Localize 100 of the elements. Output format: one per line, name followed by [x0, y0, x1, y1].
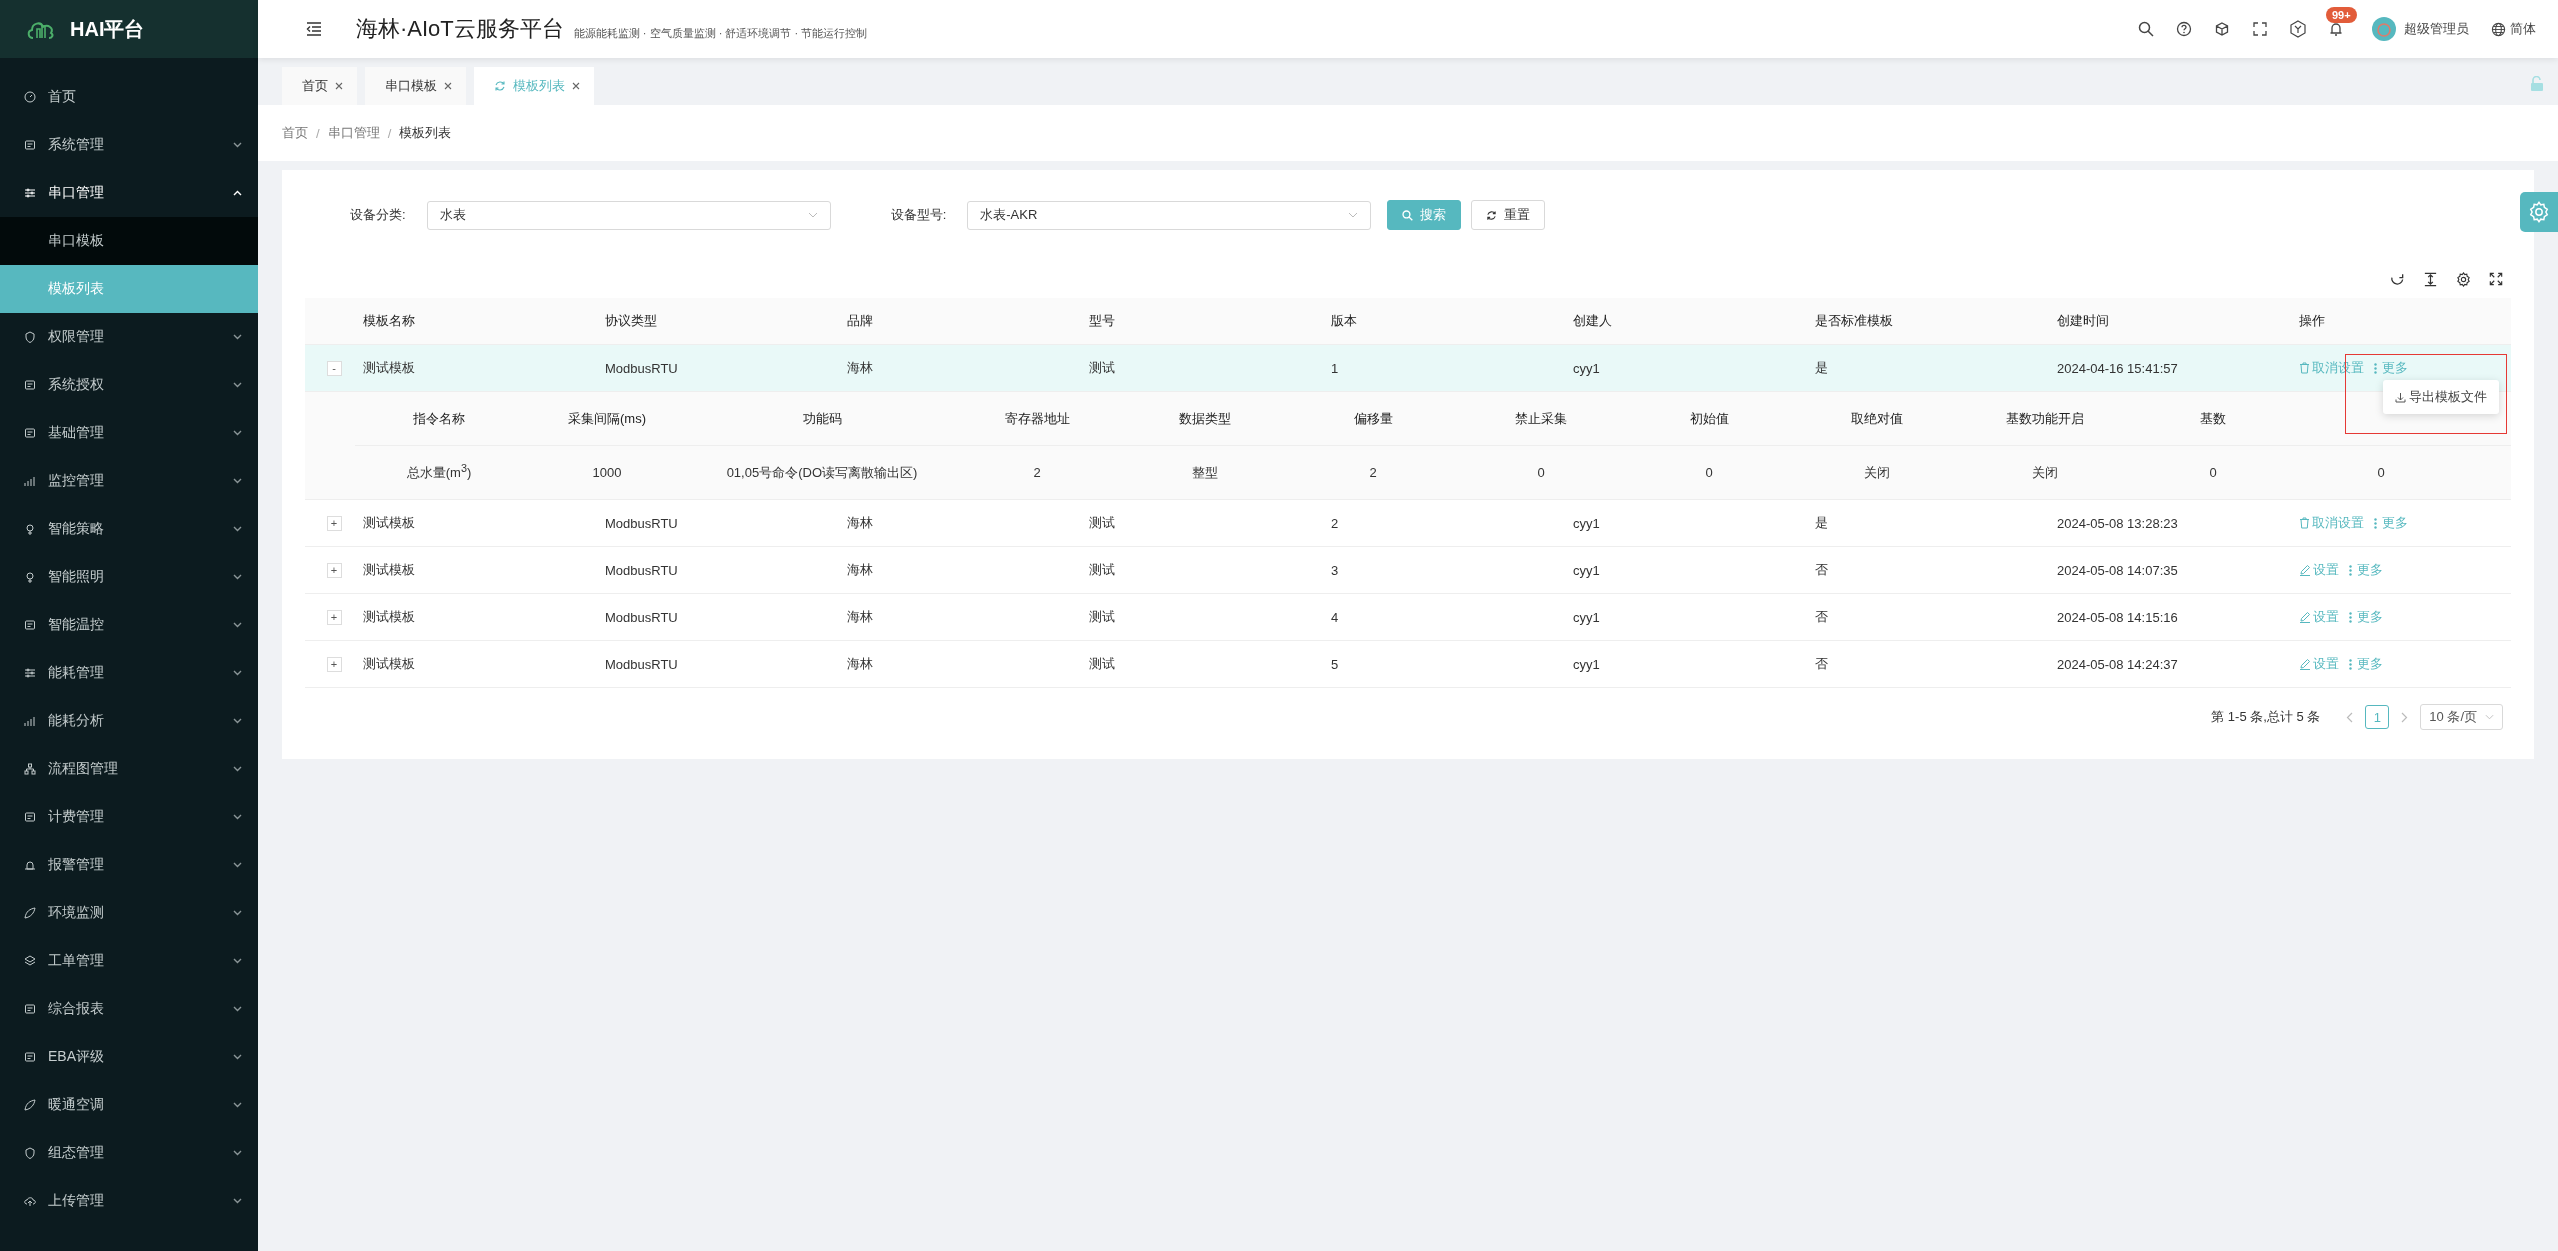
trash-icon	[2299, 517, 2310, 529]
search-icon[interactable]	[2138, 21, 2154, 37]
table-cell-text: 海林	[847, 655, 874, 673]
chevron-down-icon	[233, 622, 242, 628]
menu-item[interactable]: 首页	[0, 73, 258, 121]
card-icon	[24, 427, 36, 439]
settings-icon[interactable]	[2456, 271, 2471, 287]
menu-item[interactable]: 权限管理	[0, 313, 258, 361]
table-cell-text: 2	[1032, 465, 1042, 480]
expand-button[interactable]: +	[326, 515, 342, 531]
chevron-down-icon	[233, 718, 242, 724]
menu-item[interactable]: 能耗分析	[0, 697, 258, 745]
column-header: 模板名称	[363, 312, 416, 330]
column-height-icon[interactable]	[2423, 271, 2438, 287]
pencil-icon	[2299, 564, 2311, 576]
table-cell-text: 1	[1331, 360, 1340, 376]
vertical-dots-icon	[2349, 658, 2352, 670]
chevron-down-icon	[233, 862, 242, 868]
help-icon[interactable]	[2176, 21, 2192, 37]
vertical-dots-icon	[2349, 564, 2352, 576]
cube-icon[interactable]	[2214, 21, 2230, 37]
vertical-dots-icon	[2374, 517, 2377, 529]
column-header: 型号	[1089, 312, 1116, 330]
table-cell-text: 测试模板	[363, 514, 416, 532]
menu-item[interactable]: 智能温控	[0, 601, 258, 649]
page-size-select[interactable]: 10 条/页	[2420, 704, 2503, 730]
close-icon[interactable]	[572, 82, 580, 90]
menu-item[interactable]: 基础管理	[0, 409, 258, 457]
page-tab[interactable]: 串口模板	[365, 67, 466, 105]
fullscreen-icon[interactable]	[2489, 272, 2503, 286]
select-field[interactable]: 水表-AKR	[967, 200, 1372, 230]
table-cell-text: 测试	[1089, 608, 1116, 626]
column-header: 采集间隔(ms)	[567, 409, 647, 428]
bell-icon	[24, 859, 36, 871]
menu-item[interactable]: 报警管理	[0, 841, 258, 889]
menu-icon[interactable]	[306, 22, 322, 36]
table-cell-text: 2024-05-08 14:24:37	[2057, 656, 2179, 672]
table-cell-text: ModbusRTU	[605, 360, 679, 376]
pagination-summary: 第 1-5 条,总计 5 条	[2211, 708, 2321, 726]
vertical-dots-icon	[2349, 611, 2352, 623]
menu-item[interactable]: 工单管理	[0, 937, 258, 985]
expand-button[interactable]: -	[326, 360, 342, 376]
sliders-icon	[24, 187, 36, 199]
language-label[interactable]: 简体	[2510, 20, 2536, 38]
select-field[interactable]: 水表	[426, 200, 831, 230]
menu-item[interactable]: 系统管理	[0, 121, 258, 169]
filter-label: 设备型号:	[890, 206, 947, 224]
chart-icon	[24, 715, 36, 727]
breadcrumb-item[interactable]: 首页	[282, 124, 308, 142]
column-header: 创建时间	[2057, 312, 2110, 330]
chevron-down-icon	[233, 1006, 242, 1012]
hexagon-icon[interactable]	[2290, 20, 2306, 38]
column-header: 版本	[1331, 312, 1358, 330]
platform-subtitle: 能源能耗监测 · 空气质量监测 · 舒适环境调节 · 节能运行控制	[573, 25, 868, 41]
table-cell-text: 2024-04-16 15:41:57	[2057, 360, 2179, 376]
table-cell-text: ModbusRTU	[605, 656, 679, 672]
column-header: 功能码	[801, 409, 843, 428]
menu-item[interactable]: 监控管理	[0, 457, 258, 505]
menu-item[interactable]: EBA评级	[0, 1033, 258, 1081]
table-cell-text: ModbusRTU	[605, 515, 679, 531]
menu-item[interactable]: 暖通空调	[0, 1081, 258, 1129]
doc-icon	[24, 379, 36, 391]
breadcrumb-item[interactable]: 串口管理	[327, 124, 380, 142]
menu-item[interactable]: 串口管理	[0, 169, 258, 217]
menu-item[interactable]: 组态管理	[0, 1129, 258, 1177]
expand-button[interactable]: +	[326, 656, 342, 672]
globe-icon[interactable]	[2491, 21, 2506, 37]
avatar-icon[interactable]	[2372, 17, 2396, 41]
table-cell-text: cyy1	[1573, 360, 1601, 376]
page-tab[interactable]: 首页	[282, 67, 357, 105]
column-header: 是否标准模板	[1815, 312, 1894, 330]
expand-button[interactable]: +	[326, 562, 342, 578]
menu-item[interactable]: 环境监测	[0, 889, 258, 937]
table-cell-text: 2	[1368, 465, 1378, 480]
bell-icon[interactable]	[2328, 21, 2344, 37]
menu-item[interactable]: 综合报表	[0, 985, 258, 1033]
table-cell-text: 海林	[847, 608, 874, 626]
chevron-down-icon	[233, 478, 242, 484]
close-icon[interactable]	[335, 82, 343, 90]
submenu-item[interactable]: 串口模板	[0, 217, 258, 265]
table-cell-text: 测试模板	[363, 359, 416, 377]
menu-item[interactable]: 智能照明	[0, 553, 258, 601]
notification-badge: 99+	[2326, 7, 2357, 23]
menu-item[interactable]: 系统授权	[0, 361, 258, 409]
menu-item[interactable]: 上传管理	[0, 1177, 258, 1225]
menu-item[interactable]: 计费管理	[0, 793, 258, 841]
menu-item[interactable]: 流程图管理	[0, 745, 258, 793]
menu-item[interactable]: 智能策略	[0, 505, 258, 553]
chevron-down-icon	[233, 958, 242, 964]
close-icon[interactable]	[444, 82, 452, 90]
table-cell-text: cyy1	[1573, 609, 1601, 625]
expand-button[interactable]: +	[326, 609, 342, 625]
reset-button[interactable]: 重置	[1471, 200, 1546, 230]
reload-icon[interactable]	[2390, 271, 2405, 287]
user-name[interactable]: 超级管理员	[2404, 20, 2469, 38]
menu-item[interactable]: 能耗管理	[0, 649, 258, 697]
table-cell-text: 是	[1815, 514, 1829, 532]
breadcrumb-item: 模板列表	[399, 124, 452, 142]
menu-option[interactable]: 导出模板文件	[2395, 388, 2487, 406]
table-cell-text: 测试模板	[363, 561, 416, 579]
